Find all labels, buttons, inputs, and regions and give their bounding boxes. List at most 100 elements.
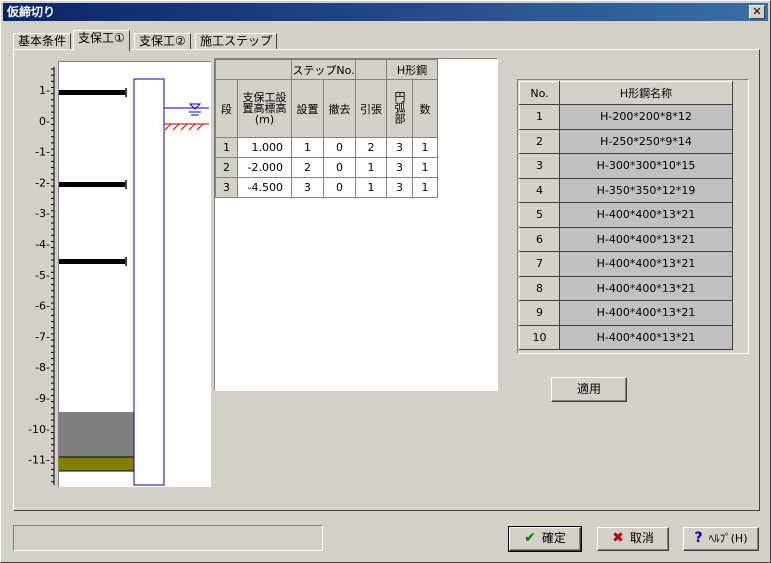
tab-basic-conditions[interactable]: 基本条件 — [13, 33, 72, 50]
h-steel-name[interactable]: H-250*250*9*14 — [559, 128, 733, 154]
h-steel-name[interactable]: H-400*400*13*21 — [559, 324, 733, 350]
diagram-drawing — [59, 78, 209, 486]
list-item[interactable]: 7 H-400*400*13*21 — [519, 251, 733, 277]
cell-elevation[interactable]: -2.000 — [237, 157, 292, 178]
list-item[interactable]: 5 H-400*400*13*21 — [519, 202, 733, 228]
h-steel-name[interactable]: H-200*200*8*12 — [559, 104, 733, 130]
strut-1 — [59, 88, 127, 97]
h-steel-name[interactable]: H-400*400*13*21 — [559, 300, 733, 326]
cross-icon: ✖ — [612, 530, 624, 546]
tab-construction-step[interactable]: 施工ステップ — [195, 33, 278, 50]
strut-2 — [59, 180, 127, 189]
cell-arc[interactable]: 3 — [386, 177, 413, 198]
strut-3 — [59, 257, 127, 266]
cell-install[interactable]: 3 — [291, 177, 324, 198]
cell-removal[interactable]: 0 — [323, 157, 356, 178]
table-row[interactable]: 2 -2.000 2 0 1 3 1 — [215, 157, 438, 178]
row-no: 4 — [519, 177, 560, 203]
h-steel-name[interactable]: H-350*350*12*19 — [559, 177, 733, 203]
cell-arc[interactable]: 3 — [386, 157, 413, 178]
diagram-canvas — [58, 61, 211, 487]
help-button[interactable]: ? ﾍﾙﾌﾟ(H) — [683, 527, 759, 551]
col-header-stage: 段 — [215, 79, 238, 138]
row-no: 5 — [519, 202, 560, 228]
table-row[interactable]: 3 -4.500 3 0 1 3 1 — [215, 177, 438, 198]
axis-tick-label: -2- — [35, 176, 50, 189]
water-level-icon — [164, 103, 209, 116]
cell-count[interactable]: 1 — [412, 157, 438, 178]
axis-tick-label: -8- — [35, 361, 50, 374]
group-header-blank-2 — [355, 59, 387, 80]
cell-removal[interactable]: 0 — [323, 177, 356, 198]
h-steel-name[interactable]: H-400*400*13*21 — [559, 251, 733, 277]
cell-count[interactable]: 1 — [412, 177, 438, 198]
list-item[interactable]: 10 H-400*400*13*21 — [519, 324, 733, 350]
ok-button-label: 確定 — [541, 531, 566, 545]
soil-layer-gray — [59, 412, 134, 457]
row-no: 9 — [519, 300, 560, 326]
group-header-step-no: ステップNo. — [291, 59, 356, 80]
cell-elevation[interactable]: -4.500 — [237, 177, 292, 198]
row-no: 10 — [519, 324, 560, 350]
title-bar: 仮締切り ✕ — [3, 3, 768, 21]
axis-tick-label: -10- — [28, 423, 50, 436]
cell-tension[interactable]: 2 — [355, 137, 387, 158]
col-header-install: 設置 — [291, 79, 324, 138]
group-header-h-steel: H形鋼 — [386, 59, 438, 80]
close-button[interactable]: ✕ — [749, 5, 765, 19]
group-header-blank — [215, 59, 292, 80]
col-header-elevation: 支保工設置高標高(m) — [237, 79, 292, 138]
window-title: 仮締切り — [7, 5, 56, 19]
axis-tick-label: -3- — [35, 207, 50, 220]
dialog-window: 仮締切り ✕ 基本条件 支保工① 支保工② 施工ステップ 1- 0- -1- -2- -… — [0, 0, 771, 563]
h-steel-name[interactable]: H-400*400*13*21 — [559, 202, 733, 228]
list-item[interactable]: 8 H-400*400*13*21 — [519, 275, 733, 301]
cell-install[interactable]: 2 — [291, 157, 324, 178]
cell-arc[interactable]: 3 — [386, 137, 413, 158]
cell-removal[interactable]: 0 — [323, 137, 356, 158]
axis-tick-label: 1- — [39, 84, 50, 97]
question-icon: ? — [694, 530, 703, 546]
sheet-pile-wall — [133, 78, 165, 486]
cell-install[interactable]: 1 — [291, 137, 324, 158]
h-steel-name[interactable]: H-400*400*13*21 — [559, 226, 733, 252]
row-no: 3 — [519, 153, 560, 179]
cancel-button[interactable]: ✖ 取消 — [597, 527, 669, 551]
apply-button[interactable]: 適用 — [551, 377, 627, 402]
list-item[interactable]: 6 H-400*400*13*21 — [519, 226, 733, 252]
col-header-no: No. — [519, 81, 560, 105]
section-diagram: 1- 0- -1- -2- -3- -4- -5- -6- -7- -8- -9- -10- -11- — [16, 61, 211, 487]
ground-hatch-icon — [164, 123, 209, 131]
axis-tick-label: -6- — [35, 300, 50, 313]
row-no: 1 — [519, 104, 560, 130]
cell-count[interactable]: 1 — [412, 137, 438, 158]
list-item[interactable]: 4 H-350*350*12*19 — [519, 177, 733, 203]
tab-support-2[interactable]: 支保工② — [134, 33, 191, 50]
list-item[interactable]: 3 H-300*300*10*15 — [519, 153, 733, 179]
help-button-label: ﾍﾙﾌﾟ(H) — [708, 532, 748, 545]
col-header-tension: 引張 — [355, 79, 387, 138]
soil-layer-olive — [59, 457, 134, 471]
col-header-removal: 撤去 — [323, 79, 356, 138]
ok-button[interactable]: ✔ 確定 — [508, 526, 582, 552]
row-no: 2 — [519, 128, 560, 154]
tab-support-1[interactable]: 支保工① — [73, 30, 130, 51]
list-item[interactable]: 9 H-400*400*13*21 — [519, 300, 733, 326]
list-item[interactable]: 1 H-200*200*8*12 — [519, 104, 733, 130]
h-steel-name[interactable]: H-300*300*10*15 — [559, 153, 733, 179]
row-stage: 2 — [215, 157, 238, 178]
checkmark-icon: ✔ — [524, 530, 536, 546]
h-steel-list[interactable]: No. H形鋼名称 1 H-200*200*8*12 2 H-250*250*9*1… — [517, 79, 749, 354]
cell-tension[interactable]: 1 — [355, 157, 387, 178]
strut-grid[interactable]: ステップNo. H形鋼 段 支保工設置高標高(m) 設置 撤去 引張 円弧部 数… — [214, 58, 498, 391]
cell-tension[interactable]: 1 — [355, 177, 387, 198]
col-header-h-steel-name: H形鋼名称 — [559, 81, 733, 105]
elevation-axis: 1- 0- -1- -2- -3- -4- -5- -6- -7- -8- -9- -10- -11- — [28, 67, 55, 485]
axis-tick-label: -9- — [35, 392, 50, 405]
row-no: 6 — [519, 226, 560, 252]
list-item[interactable]: 2 H-250*250*9*14 — [519, 128, 733, 154]
h-steel-name[interactable]: H-400*400*13*21 — [559, 275, 733, 301]
table-row[interactable]: 1 1.000 1 0 2 3 1 — [215, 137, 438, 158]
cell-elevation[interactable]: 1.000 — [237, 137, 292, 158]
row-no: 7 — [519, 251, 560, 277]
